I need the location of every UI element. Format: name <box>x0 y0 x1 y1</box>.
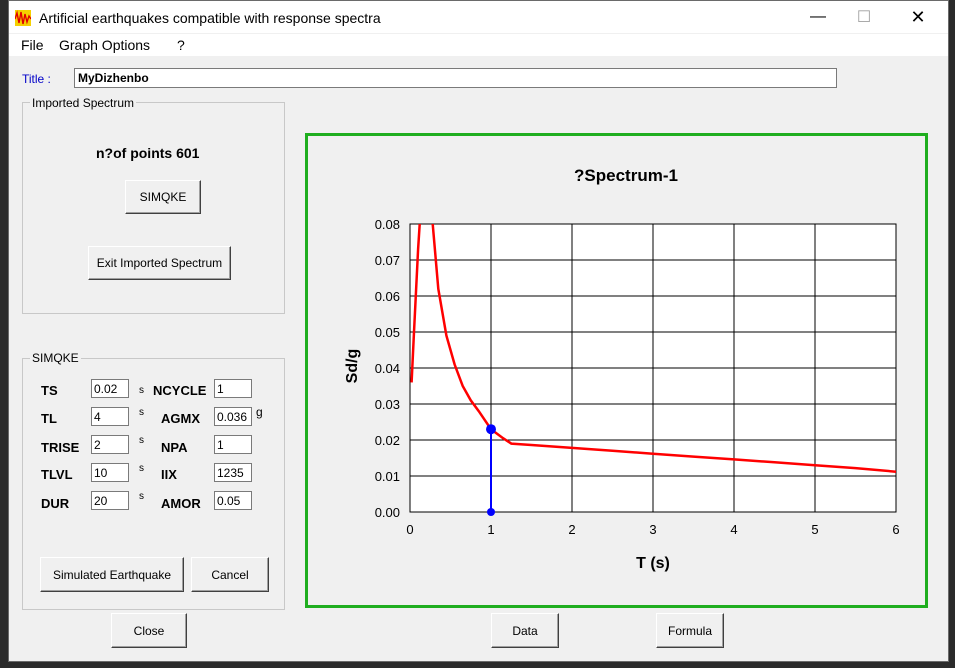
menu-bar: File Graph Options ? <box>9 34 948 56</box>
x-tick-label: 0 <box>406 522 413 537</box>
close-button[interactable]: Close <box>111 613 187 648</box>
x-axis-label: T (s) <box>636 555 670 572</box>
x-tick-label: 5 <box>811 522 818 537</box>
title-label: Title : <box>22 72 51 86</box>
y-tick-label: 0.07 <box>375 253 400 268</box>
menu-graph-options[interactable]: Graph Options <box>59 37 150 53</box>
dur-unit: s <box>139 491 144 502</box>
formula-button-label: Formula <box>667 623 712 638</box>
ts-unit: s <box>139 385 144 396</box>
amor-label: AMOR <box>161 496 201 511</box>
marker-base-point <box>487 508 495 516</box>
data-button-label: Data <box>512 623 538 638</box>
y-axis-label: Sd/g <box>344 349 361 384</box>
simulated-earthquake-button[interactable]: Simulated Earthquake <box>40 557 184 592</box>
agmx-label: AGMX <box>161 411 200 426</box>
exit-imported-spectrum-button[interactable]: Exit Imported Spectrum <box>88 246 231 280</box>
trise-unit: s <box>139 435 144 446</box>
npa-field[interactable]: 1 <box>214 435 252 454</box>
y-tick-label: 0.05 <box>375 325 400 340</box>
imported-spectrum-group-title: Imported Spectrum <box>30 96 137 110</box>
menu-help[interactable]: ? <box>177 37 185 53</box>
ts-field[interactable]: 0.02 <box>91 379 129 398</box>
amor-field[interactable]: 0.05 <box>214 491 252 510</box>
cancel-button[interactable]: Cancel <box>191 557 269 592</box>
data-button[interactable]: Data <box>491 613 559 648</box>
spectrum-chart: ?Spectrum-1 T (s) Sd/g 0 1 2 3 4 5 6 0.00 0.01 0.… <box>344 166 900 572</box>
tl-label: TL <box>41 411 57 426</box>
window-title: Artificial earthquakes compatible with r… <box>39 10 381 26</box>
dur-label: DUR <box>41 496 70 511</box>
minimize-button[interactable]: — <box>795 1 841 33</box>
minimize-icon: — <box>810 8 826 25</box>
exit-imported-spectrum-label: Exit Imported Spectrum <box>96 256 223 270</box>
x-tick-label: 3 <box>649 522 656 537</box>
y-tick-label: 0.08 <box>375 217 400 232</box>
simqke-button-label: SIMQKE <box>139 190 187 204</box>
dur-field[interactable]: 20 <box>91 491 129 510</box>
formula-button[interactable]: Formula <box>656 613 724 648</box>
marker-point <box>486 424 496 435</box>
title-input[interactable]: MyDizhenbo <box>74 68 837 88</box>
tlvl-field[interactable]: 10 <box>91 463 129 482</box>
x-tick-label: 6 <box>892 522 899 537</box>
cancel-button-label: Cancel <box>211 567 249 582</box>
agmx-field[interactable]: 0.036 <box>214 407 252 426</box>
ncycle-field[interactable]: 1 <box>214 379 252 398</box>
x-tick-label: 4 <box>730 522 737 537</box>
close-window-button[interactable]: ✕ <box>895 1 941 33</box>
x-tick-label: 1 <box>487 522 494 537</box>
x-tick-label: 2 <box>568 522 575 537</box>
npa-label: NPA <box>161 440 188 455</box>
close-button-label: Close <box>133 623 165 638</box>
ts-label: TS <box>41 383 58 398</box>
tl-unit: s <box>139 407 144 418</box>
simqke-button[interactable]: SIMQKE <box>125 180 201 214</box>
y-tick-label: 0.00 <box>375 505 400 520</box>
simulated-earthquake-label: Simulated Earthquake <box>52 567 172 582</box>
tlvl-unit: s <box>139 463 144 474</box>
simqke-group-title: SIMQKE <box>30 351 81 365</box>
iix-field[interactable]: 1235 <box>214 463 252 482</box>
maximize-button[interactable]: ☐ <box>841 1 887 33</box>
iix-label: IIX <box>161 467 177 482</box>
agmx-unit: g <box>256 405 263 419</box>
menu-file[interactable]: File <box>21 37 44 53</box>
spectrum-chart-frame: ?Spectrum-1 T (s) Sd/g 0 1 2 3 4 5 6 0.00 0.01 0.… <box>305 133 928 608</box>
points-count-text: n?of points 601 <box>96 145 200 161</box>
y-tick-label: 0.01 <box>375 469 400 484</box>
tlvl-label: TLVL <box>41 467 73 482</box>
trise-label: TRISE <box>41 440 80 455</box>
title-bar: Artificial earthquakes compatible with r… <box>9 1 948 33</box>
app-window: Artificial earthquakes compatible with r… <box>8 0 949 662</box>
waveform-icon <box>14 10 32 26</box>
y-tick-label: 0.03 <box>375 397 400 412</box>
ncycle-label: NCYCLE <box>153 383 207 398</box>
chart-title: ?Spectrum-1 <box>574 166 678 185</box>
trise-field[interactable]: 2 <box>91 435 129 454</box>
close-icon: ✕ <box>910 6 926 27</box>
y-tick-label: 0.06 <box>375 289 400 304</box>
y-tick-label: 0.02 <box>375 433 400 448</box>
tl-field[interactable]: 4 <box>91 407 129 426</box>
y-tick-label: 0.04 <box>375 361 400 376</box>
maximize-icon: ☐ <box>856 9 872 26</box>
